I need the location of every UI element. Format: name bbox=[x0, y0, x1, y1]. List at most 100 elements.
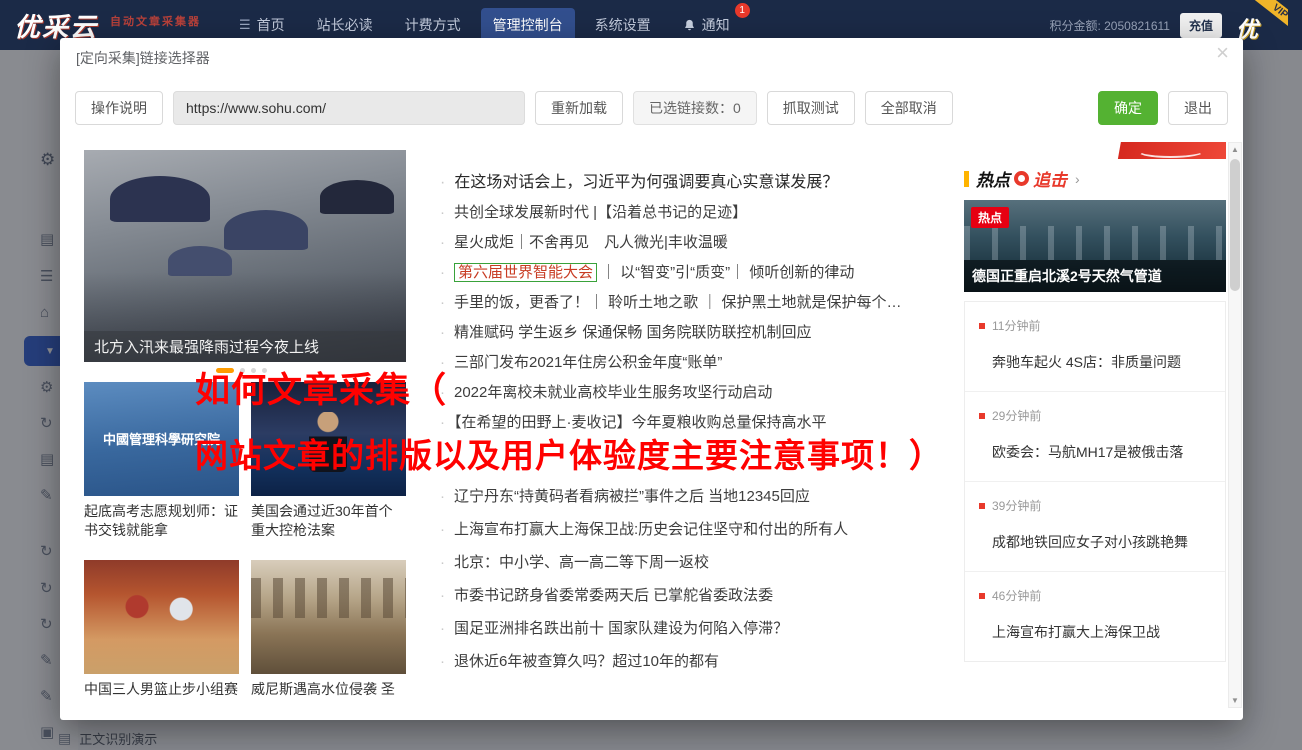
headline-list: · 在这场对话会上，习近平为何强调要真心实意谋发展？ · 共创全球发展新时代 |【沿… bbox=[440, 168, 962, 678]
news-time-label: 29分钟前 bbox=[992, 409, 1042, 423]
headline-link[interactable]: · 精准赋码 学生返乡 保通保畅 国务院联防联控机制回应 bbox=[440, 318, 962, 348]
exit-button[interactable]: 退出 bbox=[1168, 91, 1228, 125]
headline-text: 市委书记跻身省委常委两天后 已掌舵省委政法委 bbox=[454, 587, 774, 604]
headline-text: 共创全球发展新时代 |【沿着总书记的足迹】 bbox=[454, 204, 748, 221]
recharge-button[interactable]: 充值 bbox=[1179, 12, 1222, 38]
headline-link[interactable]: · 【在希望的田野上·麦收记】今年夏粮收购总量保持高水平 bbox=[440, 408, 962, 438]
umbrella-shape bbox=[224, 210, 308, 250]
headline-link[interactable]: · 北京：中小学、高一高二等下周一返校 bbox=[440, 546, 962, 579]
cancel-all-button[interactable]: 全部取消 bbox=[864, 91, 953, 125]
card-caption: 起底高考志愿规划师：证书交钱就能拿 bbox=[84, 503, 238, 538]
hot-news-item[interactable]: 46分钟前 上海宣布打赢大上海保卫战 bbox=[965, 572, 1225, 661]
scrollbar[interactable]: ▲ ▼ bbox=[1228, 142, 1242, 708]
hot-logo-icon bbox=[1014, 171, 1029, 186]
bullet-icon: · bbox=[440, 324, 445, 341]
modal-title: [定向采集]链接选择器 bbox=[76, 50, 210, 66]
scroll-down-icon[interactable]: ▼ bbox=[1229, 696, 1241, 705]
embedded-webpage: 北方入汛来最强降雨过程今夜上线 中國管理科學研究院 起底高考志愿规划师：证书交钱… bbox=[84, 142, 1226, 708]
headline-link[interactable]: · 退休近6年被查算久吗？超过10年的都有 bbox=[440, 645, 962, 678]
news-card[interactable]: 威尼斯遇高水位侵袭 圣 bbox=[251, 560, 406, 699]
headline-text: 辽宁丹东“持黄码者看病被拦”事件之后 当地12345回应 bbox=[454, 488, 810, 505]
headline-link[interactable]: · 国足亚洲排名跌出前十 国家队建设为何陷入停滞？ bbox=[440, 612, 962, 645]
headline-link[interactable]: · 2022年离校未就业高校毕业生服务攻坚行动启动 bbox=[440, 378, 962, 408]
close-icon[interactable]: × bbox=[1216, 42, 1229, 64]
hot-news-item[interactable]: 29分钟前 欧委会：马航MH17是被俄击落 bbox=[965, 392, 1225, 482]
help-button[interactable]: 操作说明 bbox=[75, 91, 163, 125]
hero-caption: 北方入汛来最强降雨过程今夜上线 bbox=[84, 331, 406, 362]
news-title: 欧委会：马航MH17是被俄击落 bbox=[992, 444, 1184, 460]
nav-label: 管理控制台 bbox=[492, 17, 563, 33]
news-card[interactable]: 美国会通过近30年首个重大控枪法案 bbox=[251, 382, 406, 540]
umbrella-shape bbox=[110, 176, 210, 222]
nav-item-home[interactable]: ☰ 首页 bbox=[227, 8, 297, 42]
image-overlay-text: 中國管理科學研究院 bbox=[102, 431, 220, 447]
headline-link[interactable]: · 三部门发布2021年住房公积金年度“账单” bbox=[440, 348, 962, 378]
hot-section-header[interactable]: 热点 追击 › bbox=[964, 166, 1226, 191]
bullet-icon: · bbox=[440, 294, 445, 311]
bullet-icon: · bbox=[440, 174, 446, 191]
reload-button[interactable]: 重新加载 bbox=[535, 91, 623, 125]
news-title: 奔驰车起火 4S店：非质量问题 bbox=[992, 354, 1182, 370]
hot-sidebar: 热点 追击 › 热点 德国正重启北溪2号天然气管道 11分钟前 奔驰车起火 4S… bbox=[964, 142, 1226, 662]
carousel-dot[interactable] bbox=[262, 368, 267, 373]
headline-text: ｜ 以“智变”引“质变”｜ 倾听创新的律动 bbox=[601, 264, 855, 281]
chevron-right-icon: › bbox=[1075, 170, 1080, 187]
news-card[interactable]: 中國管理科學研究院 起底高考志愿规划师：证书交钱就能拿 bbox=[84, 382, 239, 540]
news-time-label: 39分钟前 bbox=[992, 499, 1042, 513]
carousel-dot-active[interactable] bbox=[216, 368, 234, 373]
card-caption: 威尼斯遇高水位侵袭 圣 bbox=[251, 681, 395, 697]
bullet-icon: · bbox=[440, 414, 445, 431]
hero-image[interactable]: 北方入汛来最强降雨过程今夜上线 bbox=[84, 150, 406, 362]
nav-label: 站长必读 bbox=[316, 17, 373, 33]
card-image bbox=[251, 382, 406, 496]
hot-news-item[interactable]: 39分钟前 成都地铁回应女子对小孩跳艳舞 bbox=[965, 482, 1225, 572]
bullet-icon: · bbox=[440, 234, 445, 251]
umbrella-shape bbox=[168, 246, 232, 276]
modal-toolbar: 操作说明 重新加载 已选链接数：0 抓取测试 全部取消 确定 退出 bbox=[60, 88, 1243, 128]
scrollbar-thumb[interactable] bbox=[1230, 159, 1240, 291]
news-card[interactable]: 中国三人男篮止步小组赛 bbox=[84, 560, 239, 699]
nav-item-settings[interactable]: 系统设置 bbox=[583, 8, 663, 42]
headline-link[interactable]: · 在这场对话会上，习近平为何强调要真心实意谋发展？ bbox=[440, 168, 962, 198]
card-image bbox=[84, 560, 239, 674]
nav-label: 首页 bbox=[256, 17, 285, 33]
feature-image[interactable]: 热点 德国正重启北溪2号天然气管道 bbox=[964, 200, 1226, 292]
bullet-icon: · bbox=[440, 521, 445, 538]
headline-text: 北京：中小学、高一高二等下周一返校 bbox=[454, 554, 710, 571]
headline-text: 【在希望的田野上·麦收记】今年夏粮收购总量保持高水平 bbox=[454, 414, 827, 431]
bullet-icon: · bbox=[440, 488, 445, 505]
hot-badge: 热点 bbox=[971, 207, 1010, 228]
headline-link[interactable]: · 手里的饭，更香了！｜ 聆听土地之歌 ｜ 保护黑土地就是保护每个… bbox=[440, 288, 962, 318]
headline-text: 上海宣布打赢大上海保卫战:历史会记住坚守和付出的所有人 bbox=[454, 521, 849, 538]
carousel-dot[interactable] bbox=[251, 368, 256, 373]
promo-ribbon bbox=[1117, 142, 1226, 159]
bullet-icon: · bbox=[440, 354, 445, 371]
confirm-button[interactable]: 确定 bbox=[1098, 91, 1158, 125]
carousel-dot[interactable] bbox=[240, 368, 245, 373]
headline-text: 国足亚洲排名跌出前十 国家队建设为何陷入停滞？ bbox=[454, 620, 789, 637]
hot-news-item[interactable]: 11分钟前 奔驰车起火 4S店：非质量问题 bbox=[965, 302, 1225, 392]
nav-item-billing[interactable]: 计费方式 bbox=[393, 8, 473, 42]
notification-badge: 1 bbox=[734, 3, 750, 18]
hot-title-red: 追击 bbox=[1033, 171, 1067, 190]
headline-link-selected[interactable]: · 第六届世界智能大会｜ 以“智变”引“质变”｜ 倾听创新的律动 bbox=[440, 258, 962, 288]
crawl-test-button[interactable]: 抓取测试 bbox=[766, 91, 855, 125]
vip-badge: VIP bbox=[1253, 0, 1288, 34]
headline-link[interactable]: · 共创全球发展新时代 |【沿着总书记的足迹】 bbox=[440, 198, 962, 228]
nav-item-console[interactable]: 管理控制台 bbox=[480, 8, 575, 42]
bullet-icon: · bbox=[440, 620, 445, 637]
nav-item-must-read[interactable]: 站长必读 bbox=[305, 8, 385, 42]
headline-link[interactable]: · 市委书记跻身省委常委两天后 已掌舵省委政法委 bbox=[440, 579, 962, 612]
red-square-icon bbox=[979, 322, 985, 329]
headline-link[interactable]: · 星火成炬｜不舍再见 凡人微光|丰收温暖 bbox=[440, 228, 962, 258]
url-input[interactable] bbox=[173, 91, 525, 125]
nav-label: 计费方式 bbox=[404, 17, 461, 33]
scroll-up-icon[interactable]: ▲ bbox=[1229, 145, 1241, 154]
menu-icon: ☰ bbox=[239, 17, 251, 32]
headline-text: 三部门发布2021年住房公积金年度“账单” bbox=[454, 354, 723, 371]
selected-link-highlight[interactable]: 第六届世界智能大会 bbox=[454, 263, 598, 282]
headline-link[interactable]: · 辽宁丹东“持黄码者看病被拦”事件之后 当地12345回应 bbox=[440, 480, 962, 513]
card-image bbox=[251, 560, 406, 674]
nav-item-notifications[interactable]: 通知 1 bbox=[671, 3, 750, 42]
headline-link[interactable]: · 上海宣布打赢大上海保卫战:历史会记住坚守和付出的所有人 bbox=[440, 513, 962, 546]
